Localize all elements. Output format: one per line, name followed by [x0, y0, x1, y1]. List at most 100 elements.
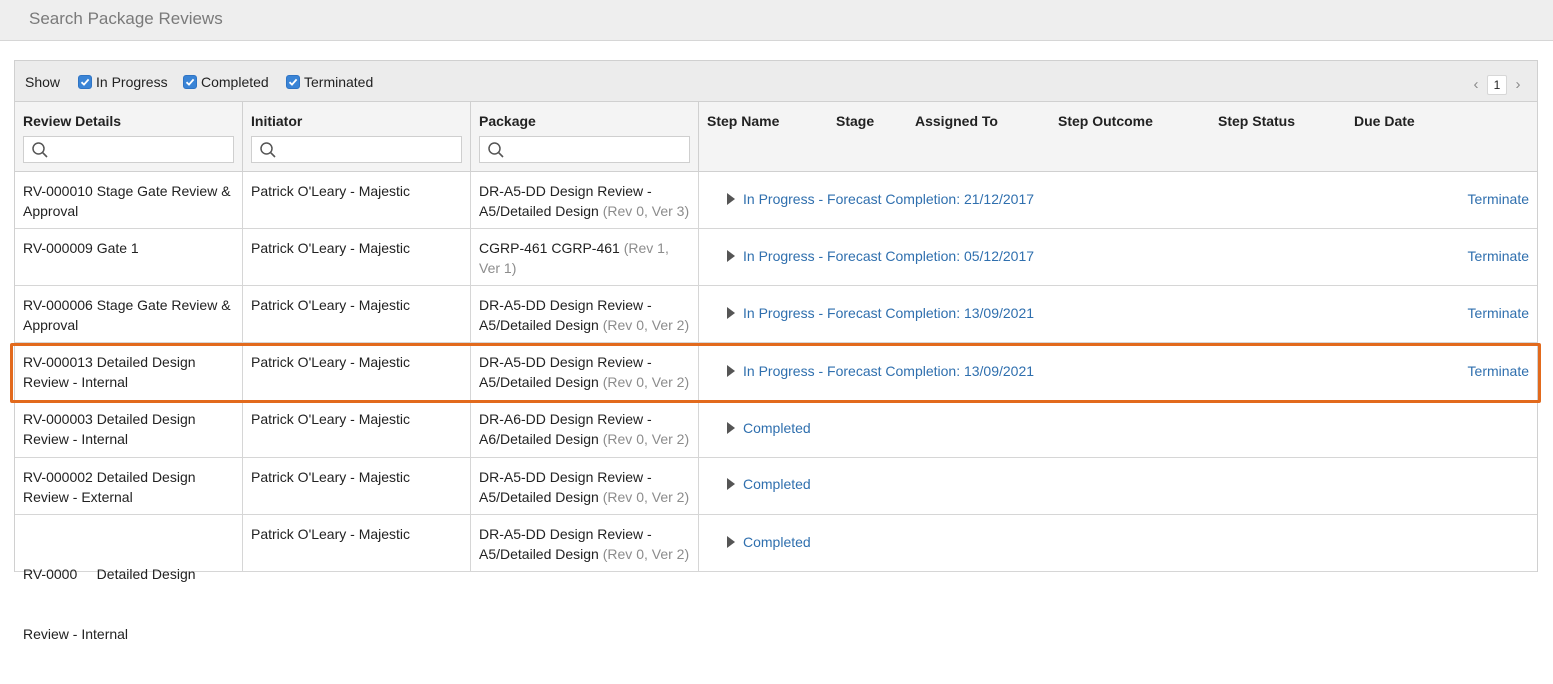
status-link[interactable]: Completed — [743, 534, 811, 550]
status-link[interactable]: In Progress - Forecast Completion: 05/12… — [743, 248, 1034, 264]
package-revision: (Rev 0, Ver 2) — [602, 431, 690, 447]
review-title-line1: RV-000013 Detailed Design — [23, 354, 196, 370]
review-title-line1: RV-000010 Stage Gate Review & — [23, 183, 231, 199]
in-progress-checkbox[interactable] — [78, 75, 92, 89]
step-status-group: In Progress - Forecast Completion: 13/09… — [724, 305, 1034, 321]
expand-caret-icon[interactable] — [727, 250, 735, 262]
package-line2: A5/Detailed Design — [479, 546, 599, 562]
package-cell: CGRP-461 CGRP-461 (Rev 1, Ver 1) — [471, 229, 699, 285]
filter-terminated[interactable]: Terminated — [286, 74, 373, 90]
initiator-cell: Patrick O'Leary - Majestic — [243, 515, 471, 571]
package-cell: DR-A5-DD Design Review - A5/Detailed Des… — [471, 172, 699, 228]
review-title-line1: RV-000009 Gate 1 — [23, 240, 139, 256]
terminated-checkbox[interactable] — [286, 75, 300, 89]
grid-header: Review Details Initiator Package Step Na… — [15, 102, 1537, 172]
package-cell: DR-A5-DD Design Review - A5/Detailed Des… — [471, 343, 699, 402]
filter-bar: Show In Progress Completed Terminated ‹ … — [15, 61, 1537, 102]
column-package: Package — [471, 102, 699, 172]
pager-current-page[interactable]: 1 — [1487, 75, 1507, 95]
step-status-group: In Progress - Forecast Completion: 05/12… — [724, 248, 1034, 264]
status-link[interactable]: Completed — [743, 476, 811, 492]
status-link[interactable]: Completed — [743, 420, 811, 436]
column-title-step-status: Step Status — [1218, 113, 1296, 129]
initiator-name: Patrick O'Leary - Majestic — [251, 354, 411, 370]
package-line2: A5/Detailed Design — [479, 203, 599, 219]
table-row: RV-000002 Detailed Design Review - Exter… — [15, 458, 1537, 515]
review-title-line2: Approval — [23, 317, 79, 333]
in-progress-label: In Progress — [96, 74, 168, 90]
status-link[interactable]: In Progress - Forecast Completion: 13/09… — [743, 363, 1034, 379]
pager-prev-icon[interactable]: ‹ — [1469, 75, 1483, 95]
search-icon — [31, 141, 49, 159]
review-details-cell: RV-000013 Detailed Design Review - Inter… — [15, 343, 243, 402]
review-details-cell: RV-000002 Detailed Design Review - Exter… — [15, 458, 243, 514]
initiator-name: Patrick O'Leary - Majestic — [251, 240, 411, 256]
package-cell: DR-A6-DD Design Review - A6/Detailed Des… — [471, 403, 699, 457]
package-revision: Ver 1) — [479, 260, 517, 276]
package-line1: DR-A5-DD Design Review - — [479, 297, 652, 313]
check-icon — [288, 78, 298, 86]
review-details-search[interactable] — [23, 136, 234, 163]
initiator-search[interactable] — [251, 136, 462, 163]
review-title-line2: Approval — [23, 203, 79, 219]
terminate-link[interactable]: Terminate — [1468, 305, 1529, 321]
review-details-cell: RV-000006 Stage Gate Review & Approval — [15, 286, 243, 342]
initiator-cell: Patrick O'Leary - Majestic — [243, 343, 471, 402]
expand-caret-icon[interactable] — [727, 307, 735, 319]
review-details-cell: RV-000003 Detailed Design Review - Inter… — [15, 403, 243, 457]
show-label: Show — [25, 74, 61, 90]
filter-completed[interactable]: Completed — [183, 74, 269, 90]
review-details-cell: RV-0000 Detailed Design Review - Interna… — [15, 515, 243, 642]
package-search[interactable] — [479, 136, 690, 163]
step-status-group: Completed — [724, 534, 811, 550]
step-status-group: Completed — [724, 476, 811, 492]
column-title-package: Package — [479, 113, 536, 129]
initiator-cell: Patrick O'Leary - Majestic — [243, 172, 471, 228]
expand-caret-icon[interactable] — [727, 365, 735, 377]
package-line1: DR-A6-DD Design Review - — [479, 411, 652, 427]
review-title-line1: RV-000006 Stage Gate Review & — [23, 297, 231, 313]
expand-caret-icon[interactable] — [727, 422, 735, 434]
table-row: RV-000009 Gate 1 Patrick O'Leary - Majes… — [15, 229, 1537, 286]
package-cell: DR-A5-DD Design Review - A5/Detailed Des… — [471, 286, 699, 342]
step-status-group: In Progress - Forecast Completion: 21/12… — [724, 191, 1034, 207]
package-revision-part1: (Rev 1, — [623, 240, 669, 256]
pager-next-icon[interactable]: › — [1511, 75, 1525, 95]
expand-caret-icon[interactable] — [727, 193, 735, 205]
initiator-name: Patrick O'Leary - Majestic — [251, 411, 411, 427]
terminate-link[interactable]: Terminate — [1468, 363, 1529, 379]
initiator-name: Patrick O'Leary - Majestic — [251, 183, 411, 199]
expand-caret-icon[interactable] — [727, 536, 735, 548]
review-details-search-input[interactable] — [52, 139, 227, 160]
terminate-link[interactable]: Terminate — [1468, 191, 1529, 207]
package-line1: CGRP-461 CGRP-461 — [479, 240, 620, 256]
expand-caret-icon[interactable] — [727, 478, 735, 490]
filter-in-progress[interactable]: In Progress — [78, 74, 168, 90]
package-search-input[interactable] — [508, 139, 683, 160]
package-line1: DR-A5-DD Design Review - — [479, 354, 652, 370]
initiator-cell: Patrick O'Leary - Majestic — [243, 229, 471, 285]
column-initiator: Initiator — [243, 102, 471, 172]
column-review-details: Review Details — [15, 102, 243, 172]
page-header: Search Package Reviews — [0, 0, 1553, 41]
search-icon — [487, 141, 505, 159]
review-details-cell: RV-000009 Gate 1 — [15, 229, 243, 285]
package-cell: DR-A5-DD Design Review - A5/Detailed Des… — [471, 515, 699, 571]
column-title-assigned-to: Assigned To — [915, 113, 998, 129]
table-row: RV-000010 Stage Gate Review & Approval P… — [15, 172, 1537, 229]
table-row: RV-000003 Detailed Design Review - Inter… — [15, 403, 1537, 458]
review-title-line2: Review - External — [23, 489, 133, 505]
table-row: RV-0000 Detailed Design Review - Interna… — [15, 515, 1537, 642]
package-line2: A5/Detailed Design — [479, 374, 599, 390]
package-line2: A5/Detailed Design — [479, 489, 599, 505]
status-link[interactable]: In Progress - Forecast Completion: 21/12… — [743, 191, 1034, 207]
terminate-link[interactable]: Terminate — [1468, 248, 1529, 264]
package-revision: (Rev 0, Ver 3) — [602, 203, 690, 219]
status-link[interactable]: In Progress - Forecast Completion: 13/09… — [743, 305, 1034, 321]
step-status-group: Completed — [724, 420, 811, 436]
initiator-search-input[interactable] — [280, 139, 455, 160]
package-line1: DR-A5-DD Design Review - — [479, 183, 652, 199]
column-title-review-details: Review Details — [23, 113, 122, 129]
review-title-line2: Review - Internal — [23, 431, 129, 447]
completed-checkbox[interactable] — [183, 75, 197, 89]
